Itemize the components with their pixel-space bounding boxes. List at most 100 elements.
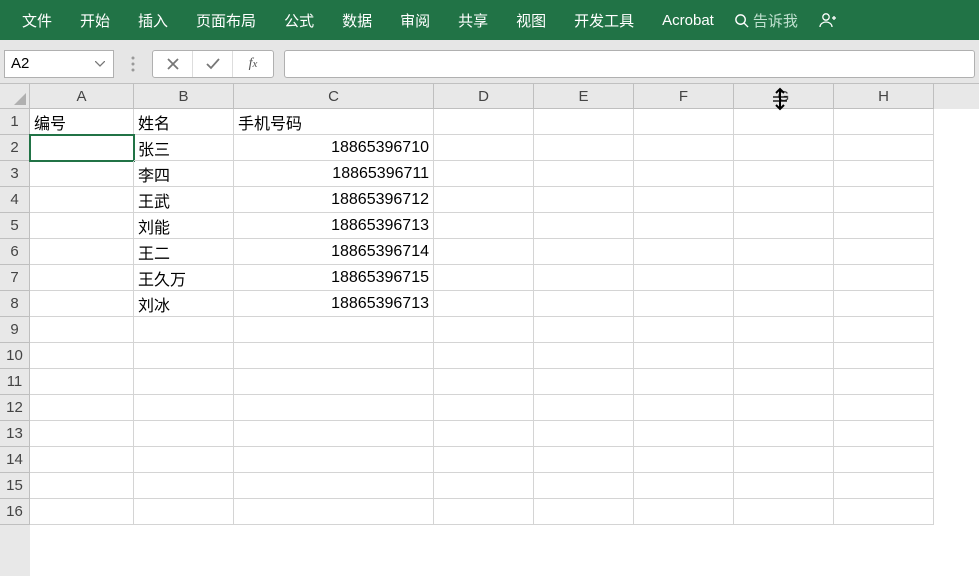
ribbon-tab-0[interactable]: 文件 — [8, 0, 66, 40]
cell-H11[interactable] — [834, 369, 934, 395]
ribbon-tab-1[interactable]: 开始 — [66, 0, 124, 40]
cell-D12[interactable] — [434, 395, 534, 421]
select-all-cells[interactable] — [0, 84, 30, 109]
cell-D6[interactable] — [434, 239, 534, 265]
cell-B14[interactable] — [134, 447, 234, 473]
cell-A11[interactable] — [30, 369, 134, 395]
row-header-3[interactable]: 3 — [0, 161, 30, 187]
ribbon-tab-2[interactable]: 插入 — [124, 0, 182, 40]
row-header-4[interactable]: 4 — [0, 187, 30, 213]
cell-E4[interactable] — [534, 187, 634, 213]
col-header-F[interactable]: F — [634, 84, 734, 109]
row-header-16[interactable]: 16 — [0, 499, 30, 525]
share-button[interactable] — [810, 11, 844, 29]
cell-G13[interactable] — [734, 421, 834, 447]
row-header-13[interactable]: 13 — [0, 421, 30, 447]
cell-F8[interactable] — [634, 291, 734, 317]
cell-E8[interactable] — [534, 291, 634, 317]
row-header-12[interactable]: 12 — [0, 395, 30, 421]
cell-C9[interactable] — [234, 317, 434, 343]
cell-C1[interactable]: 手机号码 — [234, 109, 434, 135]
col-header-A[interactable]: A — [30, 84, 134, 109]
cell-C14[interactable] — [234, 447, 434, 473]
cell-F2[interactable] — [634, 135, 734, 161]
cell-F9[interactable] — [634, 317, 734, 343]
cell-A5[interactable] — [30, 213, 134, 239]
cell-D11[interactable] — [434, 369, 534, 395]
row-header-15[interactable]: 15 — [0, 473, 30, 499]
row-header-8[interactable]: 8 — [0, 291, 30, 317]
cell-H6[interactable] — [834, 239, 934, 265]
ribbon-tab-6[interactable]: 审阅 — [386, 0, 444, 40]
cell-C13[interactable] — [234, 421, 434, 447]
col-header-B[interactable]: B — [134, 84, 234, 109]
col-header-C[interactable]: C — [234, 84, 434, 109]
cell-E7[interactable] — [534, 265, 634, 291]
cell-C8[interactable]: 18865396713 — [234, 291, 434, 317]
cell-B10[interactable] — [134, 343, 234, 369]
cell-F5[interactable] — [634, 213, 734, 239]
cell-A10[interactable] — [30, 343, 134, 369]
ribbon-tab-7[interactable]: 共享 — [444, 0, 502, 40]
ribbon-tab-8[interactable]: 视图 — [502, 0, 560, 40]
cell-A6[interactable] — [30, 239, 134, 265]
cell-F4[interactable] — [634, 187, 734, 213]
cell-E16[interactable] — [534, 499, 634, 525]
row-header-5[interactable]: 5 — [0, 213, 30, 239]
cell-E3[interactable] — [534, 161, 634, 187]
cell-B12[interactable] — [134, 395, 234, 421]
cell-A8[interactable] — [30, 291, 134, 317]
cell-E13[interactable] — [534, 421, 634, 447]
row-header-2[interactable]: 2 — [0, 135, 30, 161]
cell-F13[interactable] — [634, 421, 734, 447]
cell-C16[interactable] — [234, 499, 434, 525]
cell-E5[interactable] — [534, 213, 634, 239]
cell-G2[interactable] — [734, 135, 834, 161]
cell-H13[interactable] — [834, 421, 934, 447]
cell-G1[interactable] — [734, 109, 834, 135]
cell-C6[interactable]: 18865396714 — [234, 239, 434, 265]
cell-B5[interactable]: 刘能 — [134, 213, 234, 239]
tell-me-search[interactable]: 告诉我 — [728, 10, 804, 31]
cell-G11[interactable] — [734, 369, 834, 395]
cancel-formula-button[interactable] — [153, 51, 193, 77]
cell-B1[interactable]: 姓名 — [134, 109, 234, 135]
cell-C11[interactable] — [234, 369, 434, 395]
cell-D15[interactable] — [434, 473, 534, 499]
ribbon-tab-4[interactable]: 公式 — [270, 0, 328, 40]
cell-E11[interactable] — [534, 369, 634, 395]
cell-B3[interactable]: 李四 — [134, 161, 234, 187]
ribbon-tab-10[interactable]: Acrobat — [648, 0, 728, 40]
cell-D14[interactable] — [434, 447, 534, 473]
cell-A15[interactable] — [30, 473, 134, 499]
cell-C4[interactable]: 18865396712 — [234, 187, 434, 213]
cell-A14[interactable] — [30, 447, 134, 473]
cell-D8[interactable] — [434, 291, 534, 317]
cell-F14[interactable] — [634, 447, 734, 473]
cell-B6[interactable]: 王二 — [134, 239, 234, 265]
cell-G16[interactable] — [734, 499, 834, 525]
cell-D9[interactable] — [434, 317, 534, 343]
cell-C3[interactable]: 18865396711 — [234, 161, 434, 187]
cell-H12[interactable] — [834, 395, 934, 421]
cell-D10[interactable] — [434, 343, 534, 369]
cell-A9[interactable] — [30, 317, 134, 343]
cell-G3[interactable] — [734, 161, 834, 187]
enter-formula-button[interactable] — [193, 51, 233, 77]
cell-H16[interactable] — [834, 499, 934, 525]
formula-bar-options[interactable] — [124, 56, 142, 72]
row-header-7[interactable]: 7 — [0, 265, 30, 291]
name-box-dropdown[interactable] — [93, 61, 107, 67]
cell-F15[interactable] — [634, 473, 734, 499]
row-header-1[interactable]: 1 — [0, 109, 30, 135]
cell-D3[interactable] — [434, 161, 534, 187]
ribbon-tab-5[interactable]: 数据 — [328, 0, 386, 40]
row-header-10[interactable]: 10 — [0, 343, 30, 369]
row-header-9[interactable]: 9 — [0, 317, 30, 343]
cell-E12[interactable] — [534, 395, 634, 421]
cell-G5[interactable] — [734, 213, 834, 239]
cell-A12[interactable] — [30, 395, 134, 421]
cell-C5[interactable]: 18865396713 — [234, 213, 434, 239]
cell-B7[interactable]: 王久万 — [134, 265, 234, 291]
cell-A1[interactable]: 编号 — [30, 109, 134, 135]
